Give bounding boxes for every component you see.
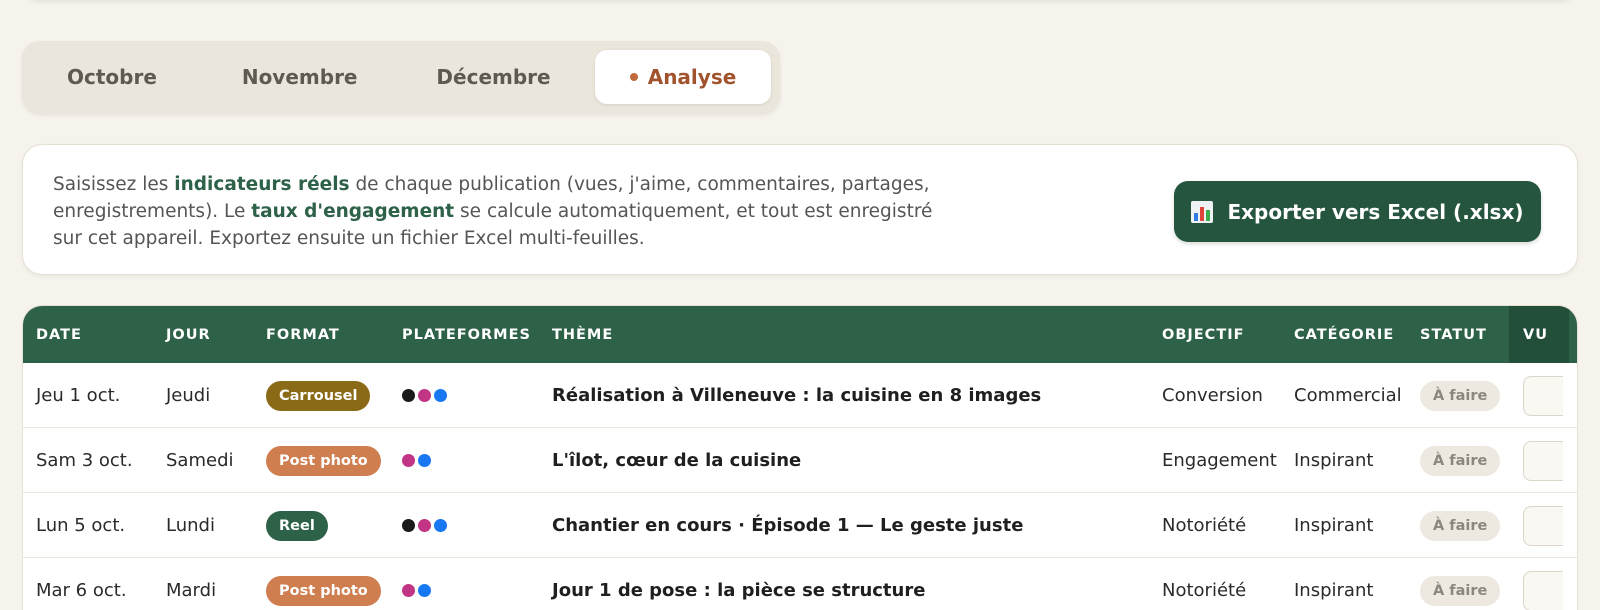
cell-vues bbox=[1523, 558, 1563, 610]
cell-theme: Réalisation à Villeneuve : la cuisine en… bbox=[552, 385, 1042, 406]
platform-dot-icon bbox=[402, 519, 415, 532]
cell-plateformes bbox=[402, 363, 447, 428]
cell-vues bbox=[1523, 428, 1563, 493]
cell-date: Jeu 1 oct. bbox=[36, 385, 121, 406]
status-badge[interactable]: À faire bbox=[1420, 575, 1501, 606]
cell-theme: Jour 1 de pose : la pièce se structure bbox=[552, 580, 926, 601]
format-badge: Reel bbox=[266, 510, 328, 541]
info-card: Saisissez les indicateurs réels de chaqu… bbox=[22, 144, 1578, 275]
cell-date: Mar 6 oct. bbox=[36, 580, 127, 601]
cell-statut: À faire bbox=[1420, 493, 1501, 558]
format-badge: Post photo bbox=[266, 575, 381, 606]
header-statut[interactable]: STATUT bbox=[1420, 306, 1487, 363]
export-excel-button[interactable]: Exporter vers Excel (.xlsx) bbox=[1174, 181, 1541, 242]
cell-theme: Chantier en cours · Épisode 1 — Le geste… bbox=[552, 515, 1024, 536]
cell-format: Reel bbox=[266, 493, 328, 558]
format-badge: Post photo bbox=[266, 445, 381, 476]
vues-input[interactable] bbox=[1523, 375, 1563, 416]
vues-input[interactable] bbox=[1523, 570, 1563, 610]
tab-octobre[interactable]: Octobre bbox=[31, 50, 206, 104]
cell-objectif: Conversion bbox=[1162, 385, 1263, 406]
cell-format: Carrousel bbox=[266, 363, 371, 428]
platform-dot-icon bbox=[418, 454, 431, 467]
publications-table: DATE JOUR FORMAT PLATEFORMES THÈME OBJEC… bbox=[22, 305, 1578, 610]
info-highlight: indicateurs réels bbox=[174, 174, 350, 195]
tab-decembre[interactable]: Décembre bbox=[400, 50, 595, 104]
vues-input[interactable] bbox=[1523, 440, 1563, 481]
platform-dot-icon bbox=[402, 584, 415, 597]
status-badge[interactable]: À faire bbox=[1420, 380, 1501, 411]
cell-plateformes bbox=[402, 428, 431, 493]
platform-dot-icon bbox=[434, 389, 447, 402]
info-highlight: taux d'engagement bbox=[251, 201, 455, 222]
cell-vues bbox=[1523, 363, 1563, 428]
tab-label: Novembre bbox=[241, 65, 358, 89]
cell-theme: L'îlot, cœur de la cuisine bbox=[552, 450, 802, 471]
table-row[interactable]: Sam 3 oct. Samedi Post photo L'îlot, cœur d… bbox=[23, 428, 1577, 493]
table-row[interactable]: Lun 5 oct. Lundi Reel Chantier en cours · É… bbox=[23, 493, 1577, 558]
tab-label: Décembre bbox=[436, 65, 551, 89]
header-theme[interactable]: THÈME bbox=[552, 306, 613, 363]
tab-label: Analyse bbox=[647, 65, 737, 89]
cell-format: Post photo bbox=[266, 428, 381, 493]
header-jour[interactable]: JOUR bbox=[166, 306, 211, 363]
platform-dot-icon bbox=[418, 519, 431, 532]
platform-dot-icon bbox=[418, 389, 431, 402]
info-text-part: Saisissez les bbox=[53, 174, 175, 195]
export-label: Exporter vers Excel (.xlsx) bbox=[1227, 199, 1524, 224]
header-objectif[interactable]: OBJECTIF bbox=[1162, 306, 1245, 363]
active-dot-icon bbox=[629, 73, 638, 81]
table-header: DATE JOUR FORMAT PLATEFORMES THÈME OBJEC… bbox=[23, 306, 1577, 363]
platform-dot-icon bbox=[402, 454, 415, 467]
cell-statut: À faire bbox=[1420, 363, 1501, 428]
cell-objectif: Notoriété bbox=[1162, 580, 1247, 601]
header-format[interactable]: FORMAT bbox=[266, 306, 340, 363]
cell-date: Sam 3 oct. bbox=[36, 450, 133, 471]
bar-chart-icon bbox=[1191, 200, 1214, 223]
platform-dot-icon bbox=[418, 584, 431, 597]
table-row[interactable]: Jeu 1 oct. Jeudi Carrousel Réalisation à Vi… bbox=[23, 363, 1577, 428]
cell-categorie: Commercial bbox=[1294, 385, 1402, 406]
table-row[interactable]: Mar 6 oct. Mardi Post photo Jour 1 de pose … bbox=[23, 558, 1577, 610]
info-text: Saisissez les indicateurs réels de chaqu… bbox=[53, 171, 933, 252]
cell-format: Post photo bbox=[266, 558, 381, 610]
tab-analyse[interactable]: Analyse bbox=[595, 50, 771, 104]
cell-objectif: Notoriété bbox=[1162, 515, 1247, 536]
header-date[interactable]: DATE bbox=[36, 306, 82, 363]
header-vues[interactable]: VU bbox=[1509, 306, 1569, 363]
header-categorie[interactable]: CATÉGORIE bbox=[1294, 306, 1394, 363]
platform-dot-icon bbox=[402, 389, 415, 402]
platform-dot-icon bbox=[434, 519, 447, 532]
status-badge[interactable]: À faire bbox=[1420, 445, 1501, 476]
cell-plateformes bbox=[402, 558, 431, 610]
cell-objectif: Engagement bbox=[1162, 450, 1277, 471]
tab-novembre[interactable]: Novembre bbox=[206, 50, 401, 104]
table-body: Jeu 1 oct. Jeudi Carrousel Réalisation à Vi… bbox=[23, 363, 1577, 610]
format-badge: Carrousel bbox=[266, 380, 371, 411]
cell-categorie: Inspirant bbox=[1294, 580, 1374, 601]
cell-plateformes bbox=[402, 493, 447, 558]
cell-jour: Samedi bbox=[166, 450, 234, 471]
cell-jour: Mardi bbox=[166, 580, 217, 601]
cell-statut: À faire bbox=[1420, 558, 1501, 610]
month-tabs: Octobre Novembre Décembre Analyse bbox=[22, 41, 780, 113]
cell-categorie: Inspirant bbox=[1294, 450, 1374, 471]
cell-vues bbox=[1523, 493, 1563, 558]
status-badge[interactable]: À faire bbox=[1420, 510, 1501, 541]
cell-categorie: Inspirant bbox=[1294, 515, 1374, 536]
header-plateformes[interactable]: PLATEFORMES bbox=[402, 306, 531, 363]
cell-jour: Lundi bbox=[166, 515, 215, 536]
cell-date: Lun 5 oct. bbox=[36, 515, 126, 536]
cell-statut: À faire bbox=[1420, 428, 1501, 493]
vues-input[interactable] bbox=[1523, 505, 1563, 546]
cell-jour: Jeudi bbox=[166, 385, 211, 406]
tab-label: Octobre bbox=[67, 65, 157, 89]
